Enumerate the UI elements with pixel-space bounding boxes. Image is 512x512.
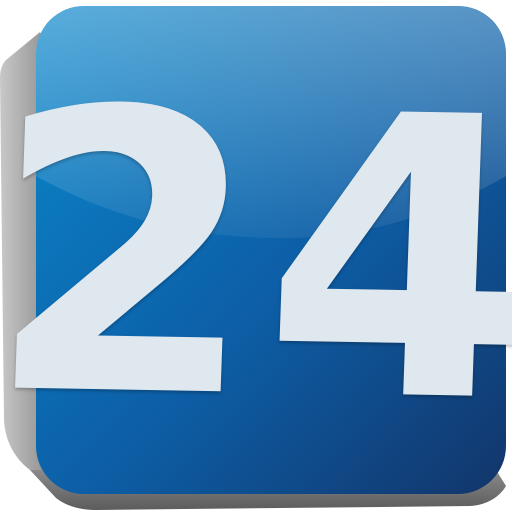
icon-gloss bbox=[36, 6, 506, 239]
icon-stage: 24 bbox=[0, 0, 512, 512]
clock-24-icon[interactable] bbox=[0, 0, 512, 512]
